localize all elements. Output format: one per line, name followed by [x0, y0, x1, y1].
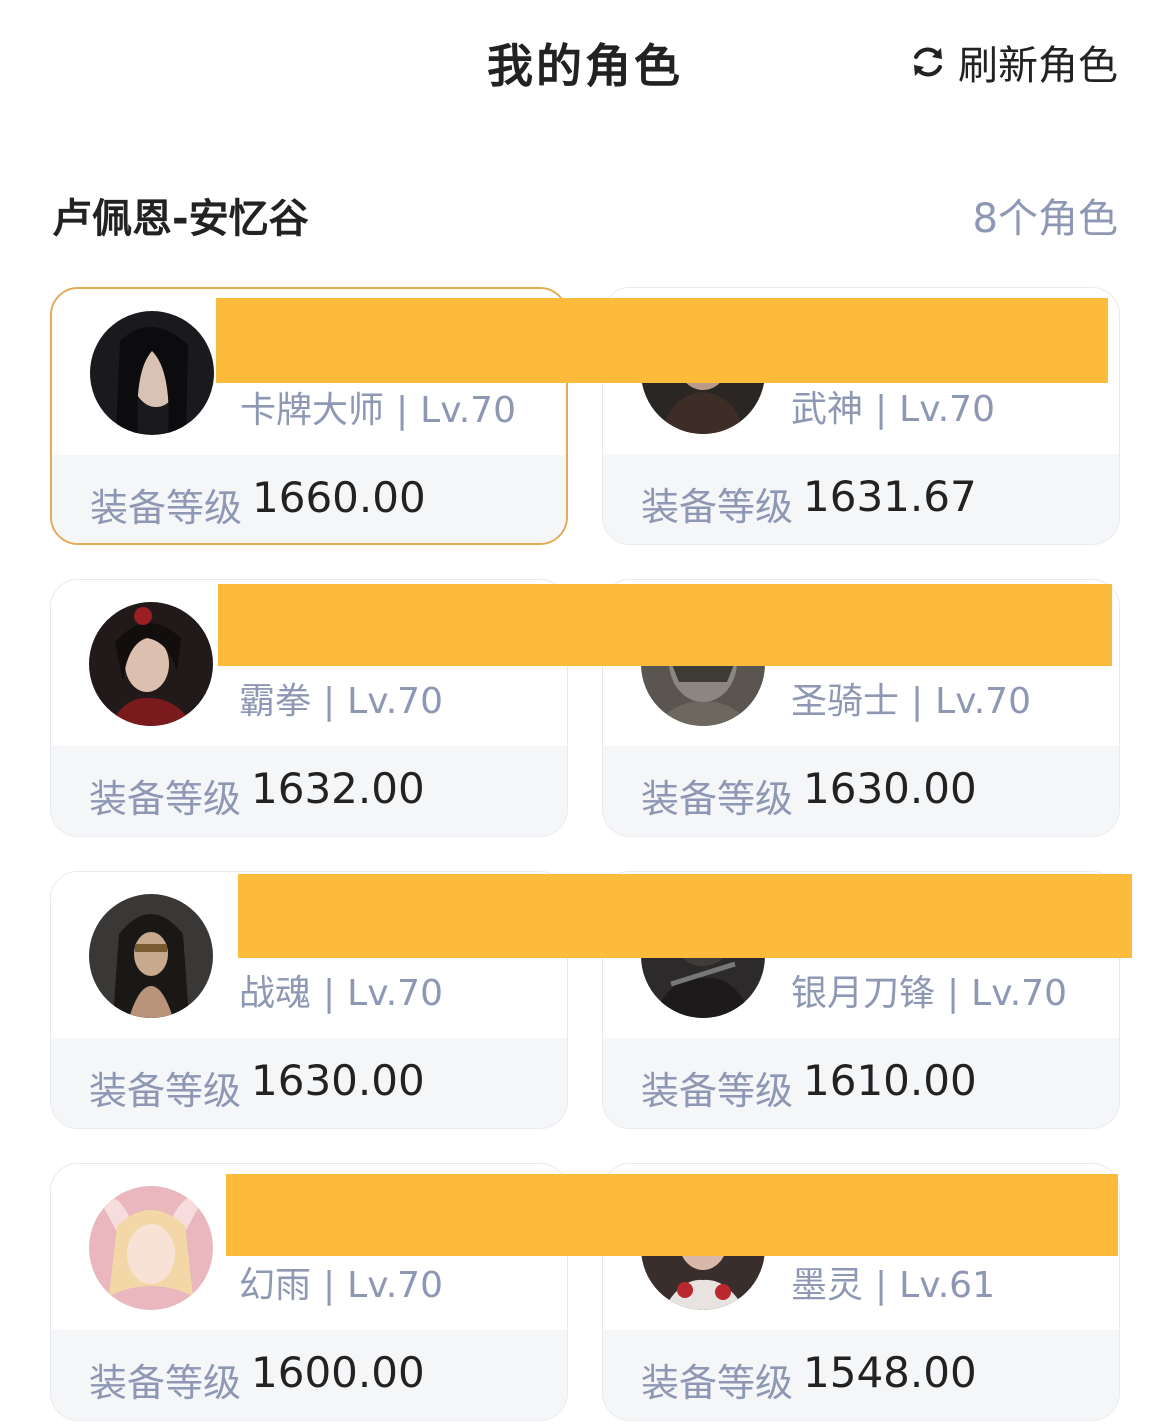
separator: |: [323, 681, 336, 722]
equip-level-value: 1548.00: [803, 1348, 977, 1397]
redaction-bar: [238, 874, 1132, 958]
role-level: Lv.70: [347, 973, 443, 1014]
separator: |: [947, 973, 960, 1014]
separator: |: [911, 681, 924, 722]
separator: |: [396, 390, 409, 431]
equip-level-label: 装备等级: [89, 777, 242, 821]
role-level: Lv.70: [347, 1265, 443, 1306]
role-class: 霸拳: [239, 681, 312, 722]
role-class: 银月刀锋: [791, 973, 936, 1014]
equip-level-label: 装备等级: [641, 1361, 794, 1405]
role-level: Lv.61: [899, 1265, 995, 1306]
equip-level-label: 装备等级: [641, 1069, 794, 1113]
role-class: 墨灵: [791, 1265, 864, 1306]
avatar: [89, 602, 213, 726]
role-level: Lv.70: [971, 973, 1067, 1014]
equip-level-label: 装备等级: [89, 1069, 242, 1113]
role-class: 武神: [791, 389, 864, 430]
avatar: [89, 1186, 213, 1310]
role-class: 战魂: [239, 973, 312, 1014]
server-name: 卢佩恩-安忆谷: [52, 196, 309, 242]
role-level: Lv.70: [899, 389, 995, 430]
avatar: [90, 311, 214, 435]
equip-level-value: 1660.00: [252, 473, 426, 522]
redaction-bar: [226, 1174, 1118, 1256]
role-count: 8个角色: [972, 196, 1118, 242]
equip-level-label: 装备等级: [89, 1361, 242, 1405]
equip-level-label: 装备等级: [641, 485, 794, 529]
separator: |: [875, 1265, 888, 1306]
equip-level-value: 1630.00: [251, 1056, 425, 1105]
separator: |: [323, 973, 336, 1014]
redaction-bar: [216, 298, 1108, 383]
equip-level-value: 1631.67: [803, 472, 977, 521]
separator: |: [323, 1265, 336, 1306]
role-class: 卡牌大师: [240, 390, 385, 431]
equip-level-value: 1600.00: [251, 1348, 425, 1397]
refresh-icon: [914, 47, 942, 77]
separator: |: [875, 389, 888, 430]
equip-level-label: 装备等级: [641, 777, 794, 821]
equip-level-value: 1630.00: [803, 764, 977, 813]
role-class: 幻雨: [239, 1265, 312, 1306]
redaction-bar: [218, 584, 1112, 666]
refresh-roles-button[interactable]: 刷新角色: [908, 36, 1118, 89]
equip-level-label: 装备等级: [90, 486, 243, 530]
role-level: Lv.70: [420, 390, 516, 431]
role-class: 圣骑士: [791, 681, 900, 722]
role-level: Lv.70: [347, 681, 443, 722]
role-level: Lv.70: [935, 681, 1031, 722]
equip-level-value: 1632.00: [251, 764, 425, 813]
equip-level-value: 1610.00: [803, 1056, 977, 1105]
refresh-label: 刷新角色: [958, 43, 1118, 89]
avatar: [89, 894, 213, 1018]
